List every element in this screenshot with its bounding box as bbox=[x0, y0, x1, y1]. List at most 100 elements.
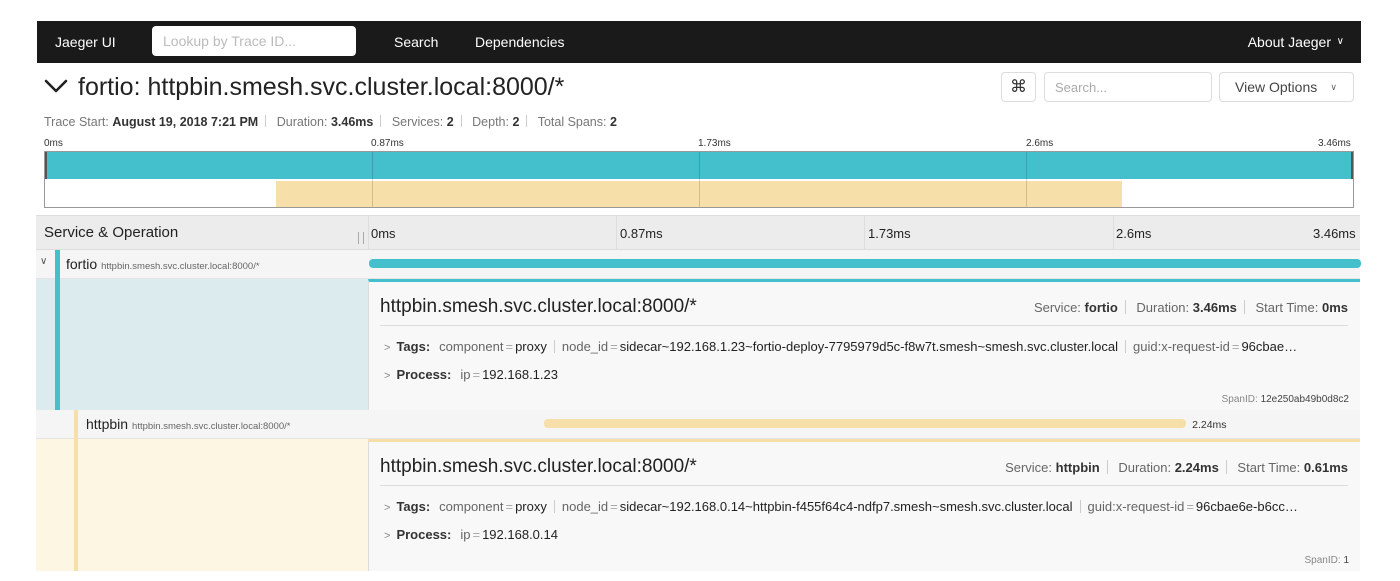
minimap-gridline bbox=[699, 152, 700, 207]
tag-key: node_id bbox=[561, 339, 609, 354]
collapse-chevron-icon[interactable] bbox=[44, 74, 68, 98]
minimap-tick-label: 0ms bbox=[44, 138, 63, 149]
minimap-drag-handle-left[interactable] bbox=[45, 152, 47, 179]
process-value: 192.168.1.23 bbox=[482, 367, 558, 382]
minimap-gridline bbox=[1026, 152, 1027, 207]
span-service-name: httpbin bbox=[86, 416, 129, 432]
chevron-right-icon: > bbox=[384, 342, 391, 354]
total-spans-label: Total Spans: bbox=[537, 115, 607, 129]
process-key: ip bbox=[460, 367, 471, 382]
span-service-name: fortio bbox=[66, 256, 98, 272]
process-label: Process: bbox=[396, 367, 452, 382]
span-operation-name: httpbin.smesh.svc.cluster.local:8000/* bbox=[101, 261, 260, 272]
span-id-value: 1 bbox=[1343, 555, 1349, 566]
tags-label: Tags: bbox=[396, 499, 431, 514]
span-detail-indent bbox=[36, 279, 368, 410]
start-time-value: 0ms bbox=[1321, 300, 1348, 315]
span-id: SpanID: 1 bbox=[1305, 555, 1349, 566]
chevron-down-icon[interactable]: ∨ bbox=[40, 256, 47, 267]
tags-row[interactable]: > Tags: component = proxy node_id = sidecar~192… bbox=[384, 499, 1349, 514]
tag-key: node_id bbox=[561, 499, 609, 514]
tag-key: guid:x-request-id bbox=[1133, 339, 1230, 354]
process-row[interactable]: > Process: ip = 192.168.0.14 bbox=[384, 527, 1349, 542]
span-id-label: SpanID: bbox=[1304, 555, 1341, 566]
duration-value: 3.46ms bbox=[330, 115, 374, 129]
services-label: Services: bbox=[391, 115, 444, 129]
timeline-tick-label: 2.6ms bbox=[1116, 226, 1152, 241]
view-options-dropdown[interactable]: View Options ∨ bbox=[1219, 72, 1354, 102]
span-detail-title: httpbin.smesh.svc.cluster.local:8000/* bbox=[380, 456, 697, 477]
about-jaeger-menu[interactable]: About Jaeger bbox=[1248, 21, 1331, 63]
trace-start-label: Trace Start: bbox=[44, 115, 109, 129]
span-detail-title: httpbin.smesh.svc.cluster.local:8000/* bbox=[380, 296, 697, 317]
timeline-tick-label: 3.46ms bbox=[1313, 226, 1356, 241]
tag-key: component bbox=[439, 339, 504, 354]
keyboard-shortcuts-button[interactable]: ⌘ bbox=[1001, 72, 1036, 102]
tag-value: proxy bbox=[515, 339, 547, 354]
minimap-gridline bbox=[372, 152, 373, 207]
span-bar-duration-label: 2.24ms bbox=[1192, 419, 1227, 431]
chevron-right-icon: > bbox=[384, 530, 391, 542]
minimap-tick-label: 3.46ms bbox=[1318, 138, 1351, 149]
start-time-label: Start Time: bbox=[1237, 460, 1301, 475]
timeline-tick-label: 0ms bbox=[371, 226, 396, 241]
total-spans-value: 2 bbox=[609, 115, 617, 129]
start-time-value: 0.61ms bbox=[1303, 460, 1348, 475]
nav-search-link[interactable]: Search bbox=[394, 21, 438, 63]
tag-key: component bbox=[439, 499, 504, 514]
timeline-tick-label: 0.87ms bbox=[620, 226, 663, 241]
service-value: fortio bbox=[1084, 300, 1118, 315]
minimap-tick-label: 1.73ms bbox=[698, 138, 731, 149]
tag-value: 96cbae… bbox=[1241, 339, 1298, 354]
span-detail-meta: Service: fortio Duration: 3.46ms Start T… bbox=[1034, 300, 1348, 315]
service-operation-header: Service & Operation bbox=[44, 224, 179, 241]
minimap-drag-handle-right[interactable] bbox=[1351, 152, 1353, 179]
tags-row[interactable]: > Tags: component = proxy node_id = sidecar~192… bbox=[384, 339, 1349, 354]
services-value: 2 bbox=[446, 115, 454, 129]
span-service-color-stripe bbox=[55, 250, 60, 410]
duration-label: Duration: bbox=[1118, 460, 1172, 475]
trace-search-input[interactable] bbox=[1044, 72, 1212, 102]
span-detail-panel: httpbin.smesh.svc.cluster.local:8000/* S… bbox=[368, 279, 1360, 410]
chevron-down-icon: ∨ bbox=[1330, 82, 1337, 92]
duration-value: 2.24ms bbox=[1174, 460, 1219, 475]
duration-label: Duration: bbox=[1136, 300, 1190, 315]
top-nav: Jaeger UI Search Dependencies About Jaeg… bbox=[37, 21, 1361, 63]
trace-minimap[interactable] bbox=[44, 151, 1354, 208]
column-resize-handle[interactable] bbox=[358, 232, 364, 244]
timeline-tick-label: 1.73ms bbox=[868, 226, 911, 241]
tag-value: 96cbae6e-b6cc… bbox=[1195, 499, 1298, 514]
process-key: ip bbox=[460, 527, 471, 542]
duration-value: 3.46ms bbox=[1192, 300, 1237, 315]
process-row[interactable]: > Process: ip = 192.168.1.23 bbox=[384, 367, 1349, 382]
service-label: Service: bbox=[1005, 460, 1053, 475]
trace-start-value: August 19, 2018 7:21 PM bbox=[112, 115, 259, 129]
minimap-tick-label: 0.87ms bbox=[371, 138, 404, 149]
tag-value: sidecar~192.168.0.14~httpbin-f455f64c4-n… bbox=[619, 499, 1073, 514]
tag-value: sidecar~192.168.1.23~fortio-deploy-77959… bbox=[619, 339, 1119, 354]
duration-label: Duration: bbox=[276, 115, 328, 129]
span-bar-httpbin[interactable] bbox=[543, 419, 1187, 428]
chevron-down-icon: ∨ bbox=[1336, 36, 1344, 47]
service-value: httpbin bbox=[1055, 460, 1100, 475]
span-id-label: SpanID: bbox=[1221, 394, 1258, 405]
divider bbox=[380, 485, 1348, 486]
span-detail-meta: Service: httpbin Duration: 2.24ms Start … bbox=[1005, 460, 1348, 475]
nav-dependencies-link[interactable]: Dependencies bbox=[475, 21, 565, 63]
trace-meta: Trace Start: August 19, 2018 7:21 PM Dur… bbox=[44, 115, 617, 129]
span-id: SpanID: 12e250ab49b0d8c2 bbox=[1222, 394, 1349, 405]
span-id-value: 12e250ab49b0d8c2 bbox=[1260, 394, 1349, 405]
tags-label: Tags: bbox=[396, 339, 431, 354]
brand-logo[interactable]: Jaeger UI bbox=[55, 21, 116, 63]
span-name[interactable]: httpbin httpbin.smesh.svc.cluster.local:8… bbox=[86, 416, 290, 434]
process-label: Process: bbox=[396, 527, 452, 542]
span-bar-fortio[interactable] bbox=[369, 259, 1361, 268]
span-name[interactable]: fortio httpbin.smesh.svc.cluster.local:80… bbox=[66, 256, 260, 274]
depth-label: Depth: bbox=[472, 115, 509, 129]
span-detail-panel: httpbin.smesh.svc.cluster.local:8000/* S… bbox=[368, 439, 1360, 571]
chevron-right-icon: > bbox=[384, 370, 391, 382]
chevron-right-icon: > bbox=[384, 502, 391, 514]
span-service-color-stripe bbox=[74, 410, 78, 571]
trace-id-lookup-input[interactable] bbox=[152, 26, 356, 56]
tag-value: proxy bbox=[515, 499, 547, 514]
